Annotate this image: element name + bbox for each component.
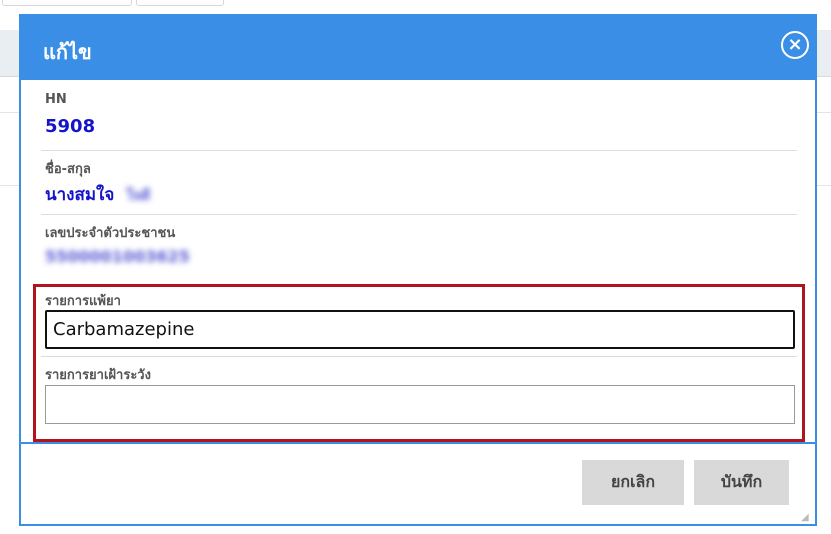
hn-label: HN (45, 92, 67, 107)
id-value-redacted: 5500001003625 (45, 247, 190, 266)
modal-footer: ยกเลิก บันทึก ◢ (21, 442, 815, 526)
allergy-label: รายการแพ้ยา (45, 294, 121, 309)
id-label: เลขประจำตัวประชาชน (45, 226, 176, 241)
close-icon[interactable]: × (781, 31, 809, 59)
divider (41, 356, 797, 357)
save-button[interactable]: บันทึก (694, 460, 789, 505)
divider (41, 150, 797, 151)
hn-value: 5908 (45, 116, 96, 137)
background-button (136, 0, 224, 6)
watch-drug-input[interactable] (45, 385, 795, 424)
name-label: ชื่อ-สกุล (45, 162, 91, 177)
name-text: นางสมใจ (45, 185, 115, 205)
allergy-input[interactable] (45, 310, 795, 349)
modal-title: แก้ไข (43, 40, 92, 64)
divider (41, 214, 797, 215)
modal-header: แก้ไข × (21, 16, 815, 80)
watch-drug-label: รายการยาเฝ้าระวัง (45, 368, 151, 383)
modal-body: HN 5908 ชื่อ-สกุล นางสมใจ ใจดี เลขประจำต… (21, 80, 815, 442)
resize-grip-icon[interactable]: ◢ (801, 513, 811, 523)
edit-modal: แก้ไข × HN 5908 ชื่อ-สกุล นางสมใจ ใจดี เ… (19, 14, 817, 526)
background-button (2, 0, 132, 6)
cancel-button[interactable]: ยกเลิก (582, 460, 684, 505)
name-redacted: ใจดี (126, 188, 151, 204)
name-value: นางสมใจ ใจดี (45, 181, 150, 208)
